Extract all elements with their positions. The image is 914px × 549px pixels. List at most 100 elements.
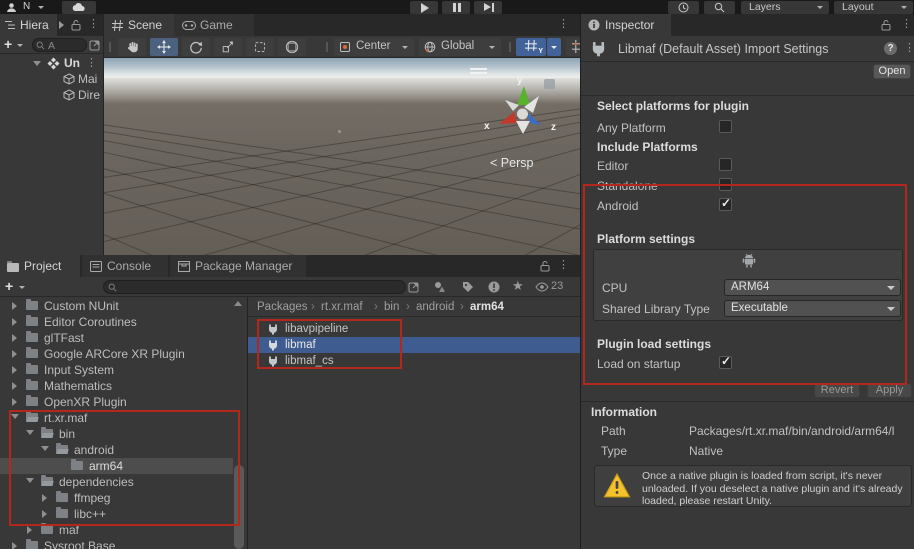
lock-icon[interactable] <box>540 260 550 272</box>
breadcrumb-current[interactable]: arm64 <box>470 297 504 317</box>
tab-hierarchy[interactable]: Hiera <box>0 14 57 36</box>
orientation-dropdown[interactable]: Global <box>419 38 501 56</box>
lock-icon[interactable] <box>71 19 81 31</box>
open-window-icon[interactable] <box>89 39 101 51</box>
open-button[interactable]: Open <box>873 64 911 79</box>
tree-item[interactable]: libc++ <box>0 506 233 522</box>
file-row[interactable]: libmaf_cs <box>248 353 580 369</box>
tree-item[interactable]: ffmpeg <box>0 490 233 506</box>
tree-item[interactable]: Mathematics <box>0 378 233 394</box>
account-icon[interactable] <box>6 2 17 13</box>
layers-dropdown[interactable]: Layers <box>741 1 829 14</box>
tree-item[interactable]: Custom NUnit <box>0 298 233 314</box>
tree-item-selected[interactable]: arm64 <box>0 458 233 474</box>
inspector-menu-icon[interactable]: ⋮ <box>901 19 912 29</box>
scene-menu-icon[interactable]: ⋮ <box>558 19 569 29</box>
tree-item[interactable]: android <box>0 442 233 458</box>
layout-dropdown[interactable]: Layout <box>834 1 913 14</box>
account-caret-icon[interactable] <box>38 6 44 9</box>
file-row[interactable]: libavpipeline <box>248 321 580 337</box>
lock-icon[interactable] <box>881 19 891 31</box>
drag-handle[interactable] <box>109 42 111 52</box>
scene-root-row[interactable]: Un ⋮ <box>0 55 103 71</box>
tab-console[interactable]: Console <box>82 255 168 277</box>
hierarchy-search-input[interactable]: A <box>32 38 87 52</box>
scene-viewport[interactable]: y x z < Persp <box>104 58 580 255</box>
rect-tool-button[interactable] <box>246 38 274 56</box>
tab-game[interactable]: Game <box>174 14 254 36</box>
add-asset-button[interactable]: + <box>5 278 13 294</box>
tree-scrollbar-thumb[interactable] <box>234 465 244 549</box>
overlay-handle-icon[interactable] <box>470 68 487 70</box>
hand-tool-button[interactable] <box>118 38 146 56</box>
hierarchy-item[interactable]: Mai <box>0 71 103 87</box>
grid-snap-caret-button[interactable] <box>547 38 561 56</box>
tree-item[interactable]: bin <box>0 426 233 442</box>
apply-button[interactable]: Apply <box>867 383 912 398</box>
expander-icon[interactable] <box>33 61 41 66</box>
tree-item[interactable]: rt.xr.maf <box>0 410 233 426</box>
search-icon <box>108 283 117 292</box>
persp-label[interactable]: < Persp <box>490 156 533 170</box>
standalone-checkbox[interactable]: ✓ <box>719 178 732 191</box>
rotate-tool-button[interactable] <box>182 38 210 56</box>
visibility-icon[interactable] <box>535 282 549 292</box>
filter-by-type-icon[interactable] <box>434 281 447 293</box>
tree-item[interactable]: Editor Coroutines <box>0 314 233 330</box>
open-window-icon[interactable] <box>408 281 420 293</box>
play-button[interactable] <box>410 1 438 14</box>
header-menu-icon[interactable]: ⋮ <box>904 43 914 53</box>
tab-scene[interactable]: Scene <box>104 14 174 36</box>
scale-tool-button[interactable] <box>214 38 242 56</box>
orientation-gizmo[interactable]: y x z <box>480 72 564 156</box>
add-object-caret-icon[interactable] <box>17 44 23 47</box>
breadcrumb-item[interactable]: android <box>416 297 454 317</box>
breadcrumb-root[interactable]: Packages <box>257 297 308 317</box>
breadcrumb-item[interactable]: bin <box>384 297 399 317</box>
tab-inspector[interactable]: Inspector <box>581 14 671 36</box>
file-row-selected[interactable]: libmaf <box>248 337 580 353</box>
android-icon[interactable] <box>741 253 757 268</box>
tree-item[interactable]: Input System <box>0 362 233 378</box>
alert-icon[interactable] <box>488 281 500 293</box>
scroll-up-icon[interactable] <box>234 301 242 306</box>
cpu-dropdown[interactable]: ARM64 <box>724 279 901 296</box>
load-on-startup-checkbox[interactable]: ✓ <box>719 356 732 369</box>
type-value: Native <box>689 444 723 458</box>
tree-item[interactable]: glTFast <box>0 330 233 346</box>
undo-history-button[interactable] <box>668 1 699 14</box>
account-initial[interactable]: N <box>23 1 30 12</box>
breadcrumb-item[interactable]: rt.xr.maf <box>321 297 363 317</box>
tree-item[interactable]: dependencies <box>0 474 233 490</box>
tab-package-manager[interactable]: Package Manager <box>170 255 306 277</box>
help-icon[interactable]: ? <box>884 42 897 55</box>
revert-button[interactable]: Revert <box>814 383 860 398</box>
filter-by-label-icon[interactable] <box>462 281 474 293</box>
editor-checkbox[interactable]: ✓ <box>719 158 732 171</box>
add-asset-caret-icon[interactable] <box>19 286 25 289</box>
tab-project[interactable]: Project <box>0 255 80 277</box>
tree-item[interactable]: Sysroot Base <box>0 538 233 549</box>
transform-tool-button[interactable] <box>278 38 306 56</box>
hierarchy-item[interactable]: Dire <box>0 87 103 103</box>
cloud-button[interactable] <box>62 1 96 14</box>
tab-overflow-icon[interactable] <box>59 21 64 29</box>
favorites-icon[interactable]: ★ <box>512 278 524 294</box>
search-button[interactable] <box>704 1 735 14</box>
pause-button[interactable] <box>442 1 470 14</box>
project-menu-icon[interactable]: ⋮ <box>558 260 569 270</box>
scene-menu-icon[interactable]: ⋮ <box>86 58 97 68</box>
project-search-input[interactable] <box>103 280 406 294</box>
pivot-mode-dropdown[interactable]: Center <box>334 38 414 56</box>
hierarchy-menu-icon[interactable]: ⋮ <box>88 19 99 29</box>
android-checkbox[interactable]: ✓ <box>719 198 732 211</box>
move-tool-button[interactable] <box>150 38 178 56</box>
tree-item[interactable]: Google ARCore XR Plugin <box>0 346 233 362</box>
tree-item[interactable]: maf <box>0 522 233 538</box>
add-object-button[interactable]: + <box>4 36 12 52</box>
tree-item[interactable]: OpenXR Plugin <box>0 394 233 410</box>
shared-library-type-dropdown[interactable]: Executable <box>724 300 901 317</box>
step-button[interactable] <box>474 1 502 14</box>
any-platform-checkbox[interactable]: ✓ <box>719 120 732 133</box>
grid-snap-button[interactable]: Y <box>516 38 546 56</box>
